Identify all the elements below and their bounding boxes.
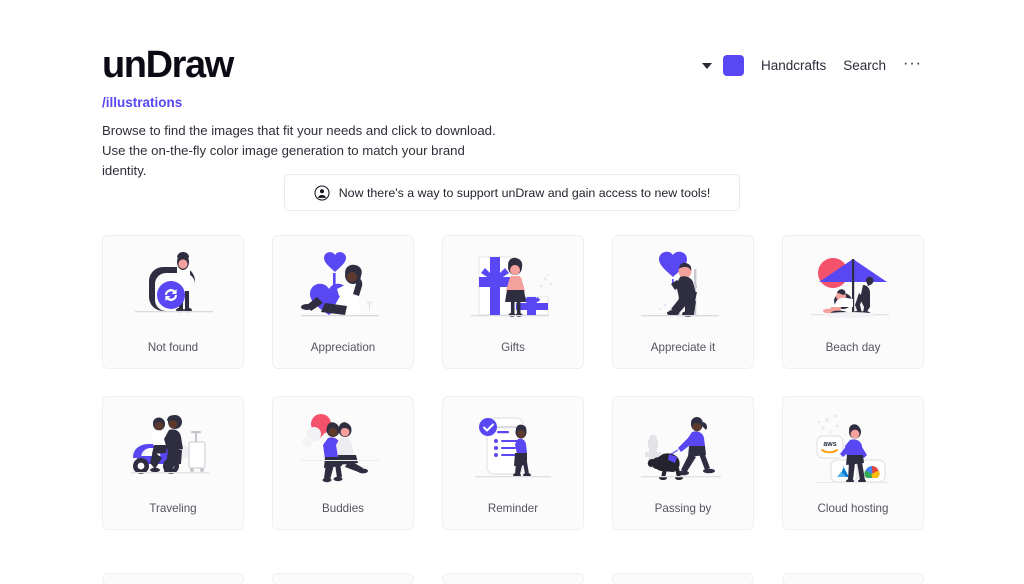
support-banner-text: Now there's a way to support unDraw and …: [338, 185, 711, 200]
illustration-art-appreciate-it: [613, 236, 753, 342]
illustration-art-gifts: [443, 236, 583, 342]
illustration-card[interactable]: Appreciate it: [612, 235, 754, 369]
illustration-label: Passing by: [654, 502, 712, 516]
illustration-art-cloud-hosting: aws: [783, 397, 923, 503]
nav-item-handcrafts[interactable]: Handcrafts: [761, 58, 826, 73]
illustration-art-passing-by: [613, 397, 753, 503]
breadcrumb[interactable]: /illustrations: [102, 95, 182, 110]
color-swatch-button[interactable]: [722, 55, 744, 76]
illustration-card[interactable]: Traveling: [102, 396, 244, 530]
illustration-art-traveling: [103, 397, 243, 503]
illustration-card[interactable]: [612, 573, 754, 584]
illustration-card[interactable]: Appreciation: [272, 235, 414, 369]
illustration-art-reminder: [443, 397, 583, 503]
more-menu-icon[interactable]: ···: [903, 55, 922, 73]
illustration-card[interactable]: [272, 573, 414, 584]
illustration-card[interactable]: Reminder: [442, 396, 584, 530]
header-nav: Handcrafts Search ···: [701, 55, 922, 76]
illustration-label: Not found: [147, 341, 199, 355]
illustration-card[interactable]: [102, 573, 244, 584]
illustration-label: Buddies: [322, 502, 364, 516]
illustration-label: Reminder: [487, 502, 539, 516]
undraw-illustrations-page: unDraw Handcrafts Search ··· /illustrati…: [0, 0, 1024, 584]
illustration-card[interactable]: Gifts: [442, 235, 584, 369]
nav-item-search[interactable]: Search: [843, 58, 886, 73]
support-banner[interactable]: Now there's a way to support unDraw and …: [284, 174, 740, 211]
illustration-card[interactable]: [782, 573, 924, 584]
illustration-card[interactable]: Beach day: [782, 235, 924, 369]
illustration-art-appreciation: [273, 236, 413, 342]
illustration-label: Gifts: [501, 341, 525, 355]
illustration-card[interactable]: aws Cloud hosting: [782, 396, 924, 530]
illustration-art-beach-day: [783, 236, 923, 342]
illustration-label: Cloud hosting: [817, 502, 889, 516]
illustration-art-not-found: [103, 236, 243, 342]
illustration-label: Beach day: [825, 341, 881, 355]
illustration-card[interactable]: [442, 573, 584, 584]
illustration-label: Appreciation: [310, 341, 376, 355]
illustration-label: Traveling: [149, 502, 197, 516]
illustration-card[interactable]: Passing by: [612, 396, 754, 530]
site-header: unDraw Handcrafts Search ···: [102, 42, 922, 94]
illustration-label: Appreciate it: [650, 341, 716, 355]
chevron-down-icon[interactable]: [701, 62, 712, 69]
illustration-card[interactable]: Not found: [102, 235, 244, 369]
page-description: Browse to find the images that fit your …: [102, 123, 496, 178]
undraw-logo[interactable]: unDraw: [102, 46, 234, 84]
user-circle-icon: [314, 184, 330, 201]
svg-text:aws: aws: [823, 441, 836, 448]
illustration-card[interactable]: Buddies: [272, 396, 414, 530]
illustration-grid: Not found Appreciation Gifts Appreciate …: [102, 235, 924, 530]
illustration-grid-partial-row: [102, 573, 924, 584]
illustration-art-buddies: [273, 397, 413, 503]
